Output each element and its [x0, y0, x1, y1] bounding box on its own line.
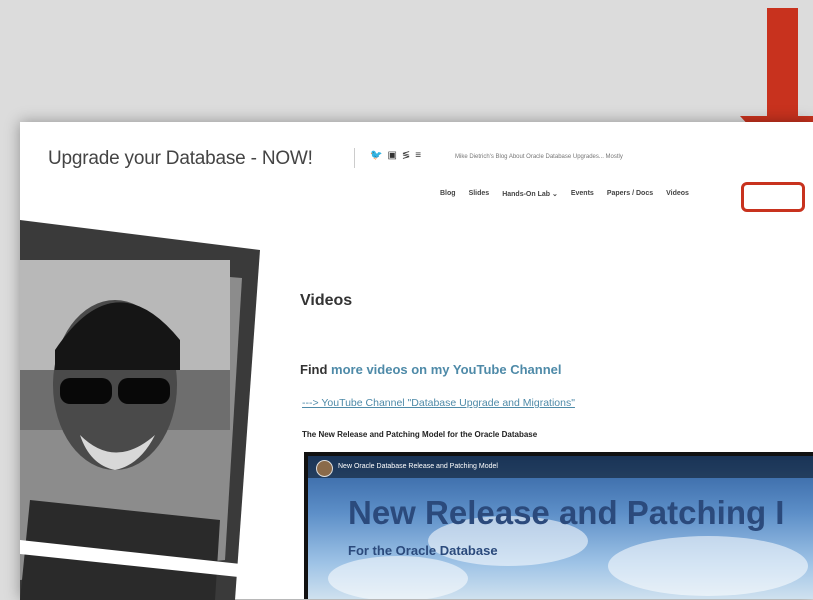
video-slide-title: New Release and Patching I [348, 494, 785, 531]
channel-avatar[interactable] [316, 460, 333, 477]
twitter-icon[interactable]: 🐦 [370, 150, 382, 162]
nav-item-blog[interactable]: Blog [440, 190, 456, 198]
video-caption[interactable]: New Oracle Database Release and Patching… [338, 463, 498, 470]
pointer-arrow-shaft [767, 8, 798, 118]
youtube-channel-direct-link[interactable]: ---> YouTube Channel "Database Upgrade a… [302, 397, 575, 409]
main-nav: Blog Slides Hands-On Lab ⌄ Events Papers… [440, 190, 689, 198]
video-player[interactable]: New Oracle Database Release and Patching… [304, 452, 813, 599]
video-slide-subtitle: For the Oracle Database [348, 543, 498, 558]
page-heading: Videos [300, 292, 353, 309]
cloud-shape [328, 556, 468, 599]
videos-highlight-box [741, 182, 805, 212]
linkedin-icon[interactable]: ▣ [387, 150, 396, 162]
nav-item-slides[interactable]: Slides [469, 190, 490, 198]
site-title[interactable]: Upgrade your Database - NOW! [48, 148, 313, 170]
author-photo [20, 220, 260, 600]
share-icon[interactable]: ≶ [402, 150, 410, 162]
nav-item-papers-docs[interactable]: Papers / Docs [607, 190, 653, 198]
find-prefix: Find [300, 362, 332, 377]
video-thumbnail[interactable]: New Oracle Database Release and Patching… [308, 456, 813, 599]
rss-icon[interactable]: ≡ [415, 150, 421, 162]
social-icons: 🐦 ▣ ≶ ≡ [370, 150, 421, 162]
nav-item-hands-on-lab[interactable]: Hands-On Lab ⌄ [502, 190, 558, 198]
nav-item-videos[interactable]: Videos [666, 190, 689, 198]
nav-item-events[interactable]: Events [571, 190, 594, 198]
youtube-channel-link[interactable]: more videos on my YouTube Channel [331, 362, 561, 377]
video-section-title: The New Release and Patching Model for t… [302, 430, 538, 439]
site-tagline: Mike Dietrich's Blog About Oracle Databa… [455, 154, 623, 160]
cloud-shape [608, 536, 808, 596]
find-videos-line: Find more videos on my YouTube Channel [300, 362, 561, 377]
title-divider [354, 148, 355, 168]
